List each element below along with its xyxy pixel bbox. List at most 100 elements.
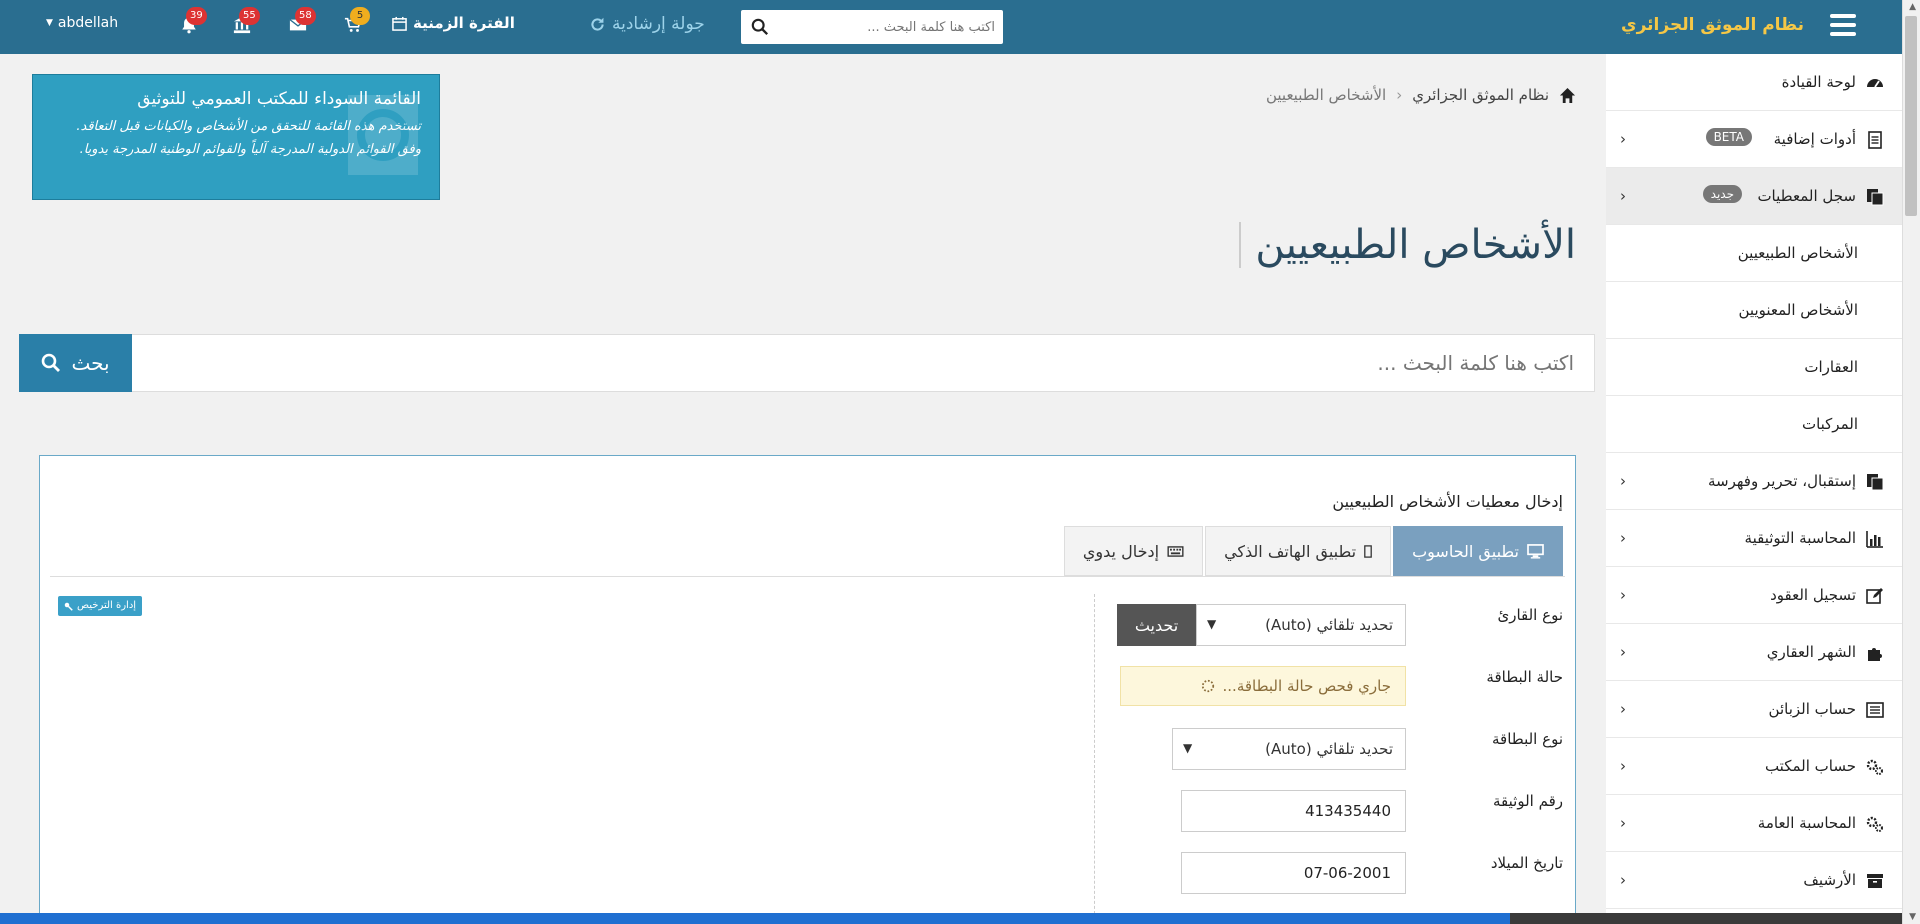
list-icon [1866, 702, 1884, 718]
page-title: الأشخاص الطبيعيين [1239, 222, 1576, 268]
blacklist-watermark-icon [348, 95, 418, 175]
tab-desktop-app[interactable]: تطبيق الحاسوب [1393, 526, 1563, 576]
sidebar-subitem-vehicles[interactable]: المركبات [1606, 396, 1902, 453]
birth-date-input[interactable]: 07-06-2001 [1181, 852, 1406, 894]
sidebar-item-client-accounts[interactable]: حساب الزبائن ‹ [1606, 681, 1902, 738]
mail-button[interactable]: 58 [285, 7, 316, 36]
top-search-input[interactable] [785, 10, 995, 44]
mobile-icon [1364, 544, 1372, 558]
sidebar-item-land-registry[interactable]: الشهر العقاري ‹ [1606, 624, 1902, 681]
desktop-icon [1527, 543, 1544, 559]
notifications-button[interactable]: 39 [176, 7, 207, 36]
menu-toggle-icon[interactable] [1830, 14, 1856, 36]
tab-manual-entry[interactable]: إدخال يدوي [1063, 526, 1204, 576]
bottom-bar-dark [1510, 913, 1902, 924]
card-status-box: جاري فحص حالة البطاقة... [1120, 666, 1406, 706]
period-label: الفترة الزمنية [413, 14, 515, 32]
breadcrumb-current: الأشخاص الطبيعيين [1265, 86, 1387, 104]
archive-icon [1867, 874, 1883, 888]
blacklist-notice[interactable]: القائمة السوداء للمكتب العمومي للتوثيق ت… [32, 74, 440, 200]
tabs-divider [50, 576, 1565, 577]
update-reader-button[interactable]: تحديث [1117, 604, 1196, 646]
cogs-icon [1866, 759, 1883, 775]
tab-mobile-app[interactable]: تطبيق الهاتف الذكي [1205, 526, 1392, 576]
tab-label: تطبيق الهاتف الذكي [1224, 541, 1357, 561]
sidebar-subitem-natural-persons[interactable]: الأشخاص الطبيعيين [1606, 225, 1902, 282]
tab-label: تطبيق الحاسوب [1412, 541, 1519, 561]
cart-button[interactable]: 5 [340, 7, 370, 36]
bank-badge: 55 [239, 7, 260, 25]
chevron-left-icon: ‹ [1620, 130, 1626, 148]
vertical-scrollbar[interactable]: ▲ ▼ [1902, 0, 1920, 924]
main-search-button[interactable]: بحث [19, 334, 132, 392]
sidebar-subitem-real-estate[interactable]: العقارات [1606, 339, 1902, 396]
license-management-button[interactable]: إدارة الترخيص [58, 596, 143, 616]
sidebar: لوحة القيادة أدوات إضافية BETA ‹ سجل الم… [1606, 54, 1902, 924]
chevron-left-icon: ‹ [1620, 529, 1626, 547]
mail-badge: 58 [295, 7, 316, 25]
breadcrumb-separator-icon: ‹ [1396, 86, 1403, 104]
bank-button[interactable]: 55 [229, 7, 260, 36]
copy-icon [1867, 474, 1884, 491]
home-icon[interactable] [1559, 87, 1576, 104]
scroll-down-icon[interactable]: ▼ [1909, 912, 1916, 922]
chevron-left-icon: ‹ [1620, 472, 1626, 490]
sidebar-item-label: الأشخاص المعنويين [1738, 301, 1859, 319]
main-search-input[interactable] [174, 335, 1574, 391]
sidebar-item-label: المحاسبة العامة [1757, 814, 1856, 832]
spinner-icon [1201, 679, 1214, 693]
chevron-left-icon: ‹ [1620, 700, 1626, 718]
puzzle-icon [1868, 648, 1882, 661]
sidebar-item-extra-tools[interactable]: أدوات إضافية BETA ‹ [1606, 111, 1902, 168]
sidebar-item-label: إستقبال، تحرير وفهرسة [1707, 472, 1856, 490]
card-status-label: حالة البطاقة [1486, 668, 1563, 686]
sidebar-item-general-accounting[interactable]: المحاسبة العامة ‹ [1606, 795, 1902, 852]
card-type-value: تحديد تلقائي (Auto) [1265, 740, 1393, 758]
scrollbar-thumb[interactable] [1905, 16, 1917, 216]
breadcrumb-home[interactable]: نظام الموثق الجزائري [1412, 86, 1549, 104]
card-status-row: حالة البطاقة جاري فحص حالة البطاقة... [1113, 666, 1563, 716]
sidebar-subitem-legal-persons[interactable]: الأشخاص المعنويين [1606, 282, 1902, 339]
bell-badge: 39 [186, 7, 207, 25]
search-icon [42, 353, 61, 372]
sidebar-item-label: لوحة القيادة [1781, 73, 1856, 91]
time-period-button[interactable]: الفترة الزمنية [392, 14, 515, 32]
sidebar-item-data-registry[interactable]: سجل المعطيات جديد ‹ [1606, 168, 1902, 225]
chevron-left-icon: ‹ [1620, 586, 1626, 604]
new-badge: جديد [1702, 185, 1742, 203]
natural-persons-entry-panel: إدخال معطيات الأشخاص الطبيعيين تطبيق الح… [39, 455, 1576, 924]
card-status-value: جاري فحص حالة البطاقة... [1222, 677, 1391, 695]
sidebar-item-office-account[interactable]: حساب المكتب ‹ [1606, 738, 1902, 795]
username: abdellah [57, 15, 119, 31]
tab-label: إدخال يدوي [1082, 541, 1160, 561]
card-type-select[interactable]: تحديد تلقائي (Auto) ▼ [1172, 728, 1406, 770]
bar-chart-icon [1866, 531, 1883, 548]
sidebar-item-reception[interactable]: إستقبال، تحرير وفهرسة ‹ [1606, 453, 1902, 510]
document-number-label: رقم الوثيقة [1493, 792, 1563, 810]
sidebar-item-archive[interactable]: الأرشيف ‹ [1606, 852, 1902, 909]
search-icon[interactable] [749, 18, 769, 38]
sidebar-item-dashboard[interactable]: لوحة القيادة [1606, 54, 1902, 111]
scroll-up-icon[interactable]: ▲ [1909, 2, 1916, 12]
sidebar-item-notarial-accounting[interactable]: المحاسبة التوثيقية ‹ [1606, 510, 1902, 567]
chevron-down-icon: ▼ [46, 18, 53, 28]
form-divider [1094, 594, 1095, 924]
brand-title[interactable]: نظام الموثق الجزائري [1621, 15, 1804, 35]
sidebar-item-contract-registration[interactable]: تسجيل العقود ‹ [1606, 567, 1902, 624]
copy-icon [1867, 189, 1884, 206]
cart-badge: 5 [350, 7, 370, 25]
main-search-bar: بحث [19, 334, 1595, 392]
guided-tour-link[interactable]: جولة إرشادية [589, 14, 705, 34]
key-icon [64, 602, 73, 611]
birth-date-row: تاريخ الميلاد 07-06-2001 [1113, 852, 1563, 902]
sidebar-item-label: حساب المكتب [1764, 757, 1856, 775]
document-number-input[interactable]: 413435440 [1181, 790, 1406, 832]
tour-label: جولة إرشادية [612, 14, 705, 34]
breadcrumb: نظام الموثق الجزائري ‹ الأشخاص الطبيعيين [1266, 86, 1576, 104]
user-menu[interactable]: ▼ abdellah [46, 15, 118, 31]
document-number-row: رقم الوثيقة 413435440 [1113, 790, 1563, 840]
chevron-left-icon: ‹ [1620, 871, 1626, 889]
reader-type-select[interactable]: تحديد تلقائي (Auto) ▼ [1196, 604, 1406, 646]
sidebar-item-label: الأرشيف [1803, 871, 1856, 889]
chevron-left-icon: ‹ [1620, 814, 1626, 832]
